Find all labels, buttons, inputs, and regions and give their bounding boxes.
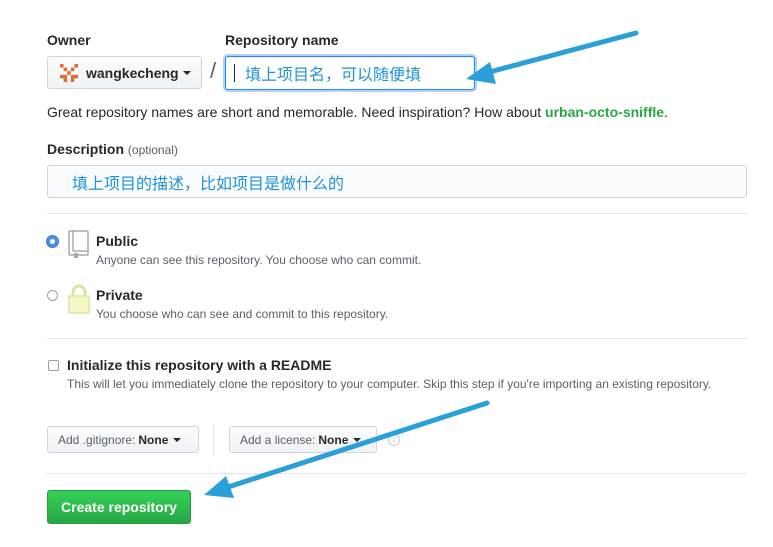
caret-down-icon xyxy=(182,70,191,75)
info-icon[interactable]: i xyxy=(388,434,400,446)
owner-name: wangkecheng xyxy=(86,64,179,81)
gitignore-select[interactable]: Add .gitignore: None xyxy=(47,426,199,453)
repo-name-annotation: 填上项目名，可以随便填 xyxy=(245,65,422,84)
arrow-to-repo-name xyxy=(466,30,639,84)
private-description: You choose who can see and commit to thi… xyxy=(96,307,389,321)
readme-checkbox[interactable] xyxy=(48,360,59,371)
name-suggestion-link[interactable]: urban-octo-sniffle xyxy=(545,104,664,120)
readme-title: Initialize this repository with a README xyxy=(67,357,332,373)
owner-dropdown[interactable]: wangkecheng xyxy=(47,56,202,89)
description-input[interactable]: 填上项目的描述，比如项目是做什么的 xyxy=(47,165,747,198)
gitignore-prefix: Add .gitignore: xyxy=(58,432,136,447)
create-repository-button[interactable]: Create repository xyxy=(47,490,191,524)
license-value: None xyxy=(318,432,349,447)
license-prefix: Add a license: xyxy=(240,432,316,447)
hint-end: . xyxy=(664,104,668,120)
repo-book-icon xyxy=(68,230,89,258)
public-radio[interactable] xyxy=(47,236,58,247)
description-annotation: 填上项目的描述，比如项目是做什么的 xyxy=(72,173,345,193)
license-select[interactable]: Add a license: None xyxy=(229,426,377,453)
caret-down-icon xyxy=(353,437,362,442)
path-separator: / xyxy=(210,58,217,83)
repo-name-input[interactable]: 填上项目名，可以随便填 xyxy=(225,56,475,90)
divider xyxy=(47,338,747,339)
text-cursor xyxy=(234,64,235,82)
hint-text: Great repository names are short and mem… xyxy=(47,104,546,120)
divider xyxy=(47,213,747,214)
optional-tag: (optional) xyxy=(127,143,178,157)
lock-icon xyxy=(68,284,90,314)
identicon-avatar xyxy=(60,63,78,82)
public-description: Anyone can see this repository. You choo… xyxy=(96,253,422,267)
vertical-divider xyxy=(213,424,214,456)
private-title: Private xyxy=(96,287,143,303)
public-title: Public xyxy=(96,233,139,249)
caret-down-icon xyxy=(173,437,182,442)
owner-label: Owner xyxy=(47,32,91,48)
divider xyxy=(47,473,747,474)
gitignore-value: None xyxy=(138,432,169,447)
repo-name-hint: Great repository names are short and mem… xyxy=(47,104,668,120)
readme-description: This will let you immediately clone the … xyxy=(67,377,712,391)
private-radio[interactable] xyxy=(47,290,58,301)
description-label: Description (optional) xyxy=(47,141,178,157)
description-label-text: Description xyxy=(47,141,125,157)
repo-name-label: Repository name xyxy=(225,32,339,48)
